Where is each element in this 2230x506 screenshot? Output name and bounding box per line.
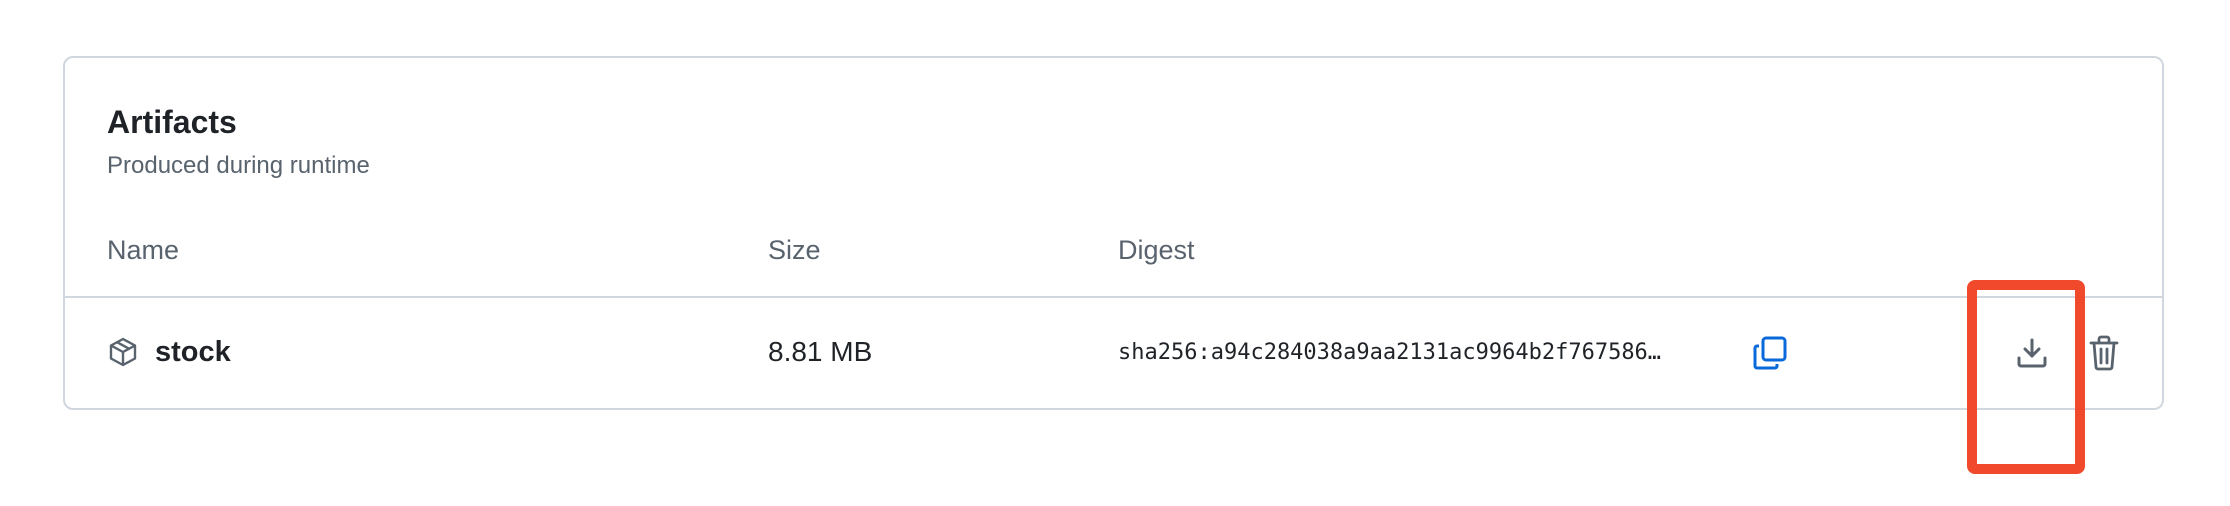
table-row: stock 8.81 MB sha256:a94c284038a9aa2131a… [65, 298, 2162, 408]
artifact-name-link[interactable]: stock [155, 334, 231, 370]
column-header-name: Name [107, 235, 180, 265]
column-header-digest: Digest [1118, 235, 1195, 265]
package-icon [107, 336, 139, 368]
page: Artifacts Produced during runtime Name S… [0, 0, 2230, 506]
artifacts-card: Artifacts Produced during runtime Name S… [63, 56, 2164, 410]
download-icon[interactable] [2013, 334, 2051, 372]
artifact-digest: sha256:a94c284038a9aa2131ac9964b2f767586… [1118, 340, 1662, 365]
artifacts-title: Artifacts [107, 104, 237, 140]
copy-icon[interactable] [1751, 334, 1789, 372]
artifacts-subtitle: Produced during runtime [107, 152, 370, 179]
artifact-size: 8.81 MB [768, 336, 873, 367]
column-header-size: Size [768, 235, 821, 265]
trash-icon[interactable] [2087, 334, 2121, 372]
